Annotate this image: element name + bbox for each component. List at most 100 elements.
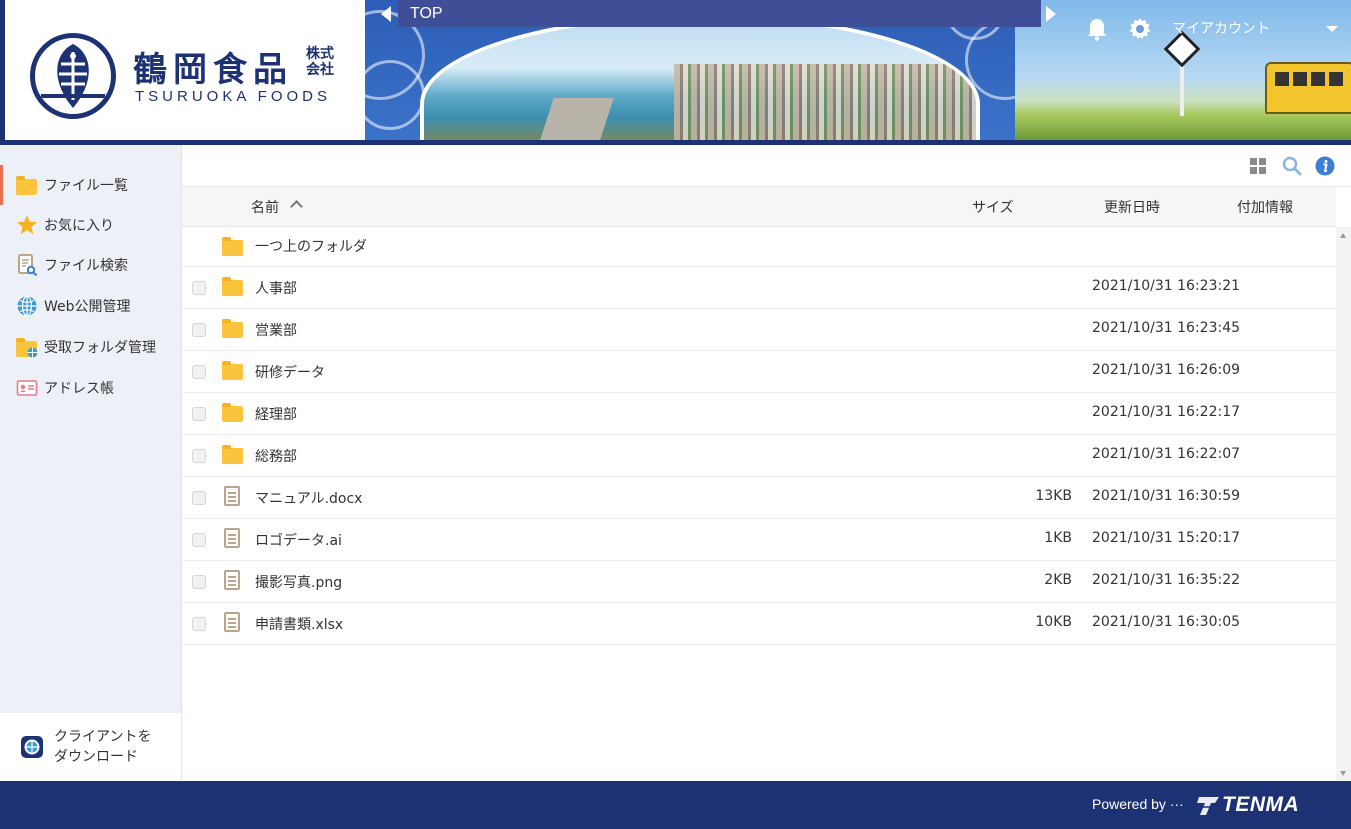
folder-icon: [222, 276, 244, 298]
grid-view-icon[interactable]: [1248, 156, 1268, 176]
file-name: 人事部: [255, 281, 297, 297]
file-size: 13KB: [1035, 488, 1072, 504]
download-client-button[interactable]: クライアントを ダウンロード: [0, 713, 181, 781]
bell-icon[interactable]: [1086, 17, 1108, 41]
file-updated: 2021/10/31 16:30:05: [1092, 614, 1241, 630]
search-icon[interactable]: [1282, 156, 1302, 176]
app-footer: Powered by ··· TENMA: [0, 781, 1351, 829]
file-table-header: 名前 サイズ 更新日時 付加情報: [182, 187, 1336, 227]
table-row[interactable]: ロゴデータ.ai 1KB 2021/10/31 15:20:17: [182, 519, 1336, 561]
column-header-updated[interactable]: 更新日時: [1104, 197, 1160, 217]
sidebar-item-file-list[interactable]: ファイル一覧: [0, 165, 181, 205]
table-row[interactable]: 総務部 2021/10/31 16:22:07: [182, 435, 1336, 477]
table-row[interactable]: 研修データ 2021/10/31 16:26:09: [182, 351, 1336, 393]
sort-ascending-icon[interactable]: [290, 200, 303, 213]
globe-icon: [17, 295, 37, 317]
sidebar-item-web-publish[interactable]: Web公開管理: [0, 286, 181, 326]
parent-folder-row[interactable]: 一つ上のフォルダ: [182, 227, 1336, 267]
tenma-brand: TENMA: [1222, 793, 1300, 816]
row-checkbox[interactable]: [192, 281, 206, 295]
app-header: 鶴岡食品 株式会社 TSURUOKA FOODS TOP マイアカウント: [0, 0, 1351, 145]
column-header-extra[interactable]: 付加情報: [1237, 197, 1293, 217]
sidebar-item-label: 受取フォルダ管理: [44, 340, 156, 356]
pier-illustration: [534, 98, 614, 140]
chevron-down-icon: [1326, 26, 1338, 32]
sidebar-item-address-book[interactable]: アドレス帳: [0, 368, 181, 408]
file-toolbar: [182, 145, 1351, 187]
breadcrumb[interactable]: TOP: [398, 0, 1041, 27]
my-account-label: マイアカウント: [1172, 21, 1270, 37]
folder-icon: [222, 236, 244, 258]
folder-icon: [222, 318, 244, 340]
file-name: 研修データ: [255, 365, 325, 381]
row-checkbox[interactable]: [192, 407, 206, 421]
row-checkbox[interactable]: [192, 323, 206, 337]
document-icon: [222, 486, 244, 508]
scroll-down-arrow-icon[interactable]: [1340, 771, 1346, 776]
sidebar-item-label: お気に入り: [44, 218, 114, 234]
table-row[interactable]: 撮影写真.png 2KB 2021/10/31 16:35:22: [182, 561, 1336, 603]
document-icon: [222, 612, 244, 634]
company-logo[interactable]: 鶴岡食品 株式会社 TSURUOKA FOODS: [5, 0, 365, 140]
row-checkbox[interactable]: [192, 617, 206, 631]
folder-globe-icon: [16, 336, 38, 358]
folder-icon: [222, 444, 244, 466]
vertical-scrollbar[interactable]: [1336, 227, 1351, 781]
gear-icon[interactable]: [1128, 17, 1152, 41]
row-checkbox[interactable]: [192, 533, 206, 547]
table-row[interactable]: 経理部 2021/10/31 16:22:17: [182, 393, 1336, 435]
file-name: 営業部: [255, 323, 297, 339]
document-icon: [222, 570, 244, 592]
file-name: 申請書類.xlsx: [255, 617, 344, 633]
table-row[interactable]: 人事部 2021/10/31 16:23:21: [182, 267, 1336, 309]
info-icon[interactable]: [1315, 156, 1335, 176]
path-next-arrow-icon[interactable]: [1046, 6, 1056, 22]
town-illustration: [674, 64, 976, 140]
file-name: マニュアル.docx: [255, 491, 363, 507]
star-icon: [17, 215, 37, 234]
file-updated: 2021/10/31 15:20:17: [1092, 530, 1241, 546]
fish-emblem-icon: [30, 33, 116, 119]
sidebar-item-favorites[interactable]: お気に入り: [0, 205, 181, 245]
sidebar-item-file-search[interactable]: ファイル検索: [0, 245, 181, 285]
table-row[interactable]: マニュアル.docx 13KB 2021/10/31 16:30:59: [182, 477, 1336, 519]
file-name: 経理部: [255, 407, 297, 423]
logo-suffix: 株式会社: [306, 46, 334, 78]
parent-folder-label: 一つ上のフォルダ: [255, 239, 367, 255]
harbor-photo: [420, 14, 980, 140]
file-updated: 2021/10/31 16:30:59: [1092, 488, 1241, 504]
row-checkbox[interactable]: [192, 575, 206, 589]
folder-icon: [16, 174, 38, 196]
file-updated: 2021/10/31 16:26:09: [1092, 362, 1241, 378]
row-checkbox[interactable]: [192, 365, 206, 379]
sidebar: ファイル一覧 お気に入り ファイル検索 Web公開管理 受取フォルダ管理 アドレ…: [0, 145, 182, 781]
row-checkbox[interactable]: [192, 449, 206, 463]
column-header-name[interactable]: 名前: [251, 197, 279, 217]
table-row[interactable]: 営業部 2021/10/31 16:23:45: [182, 309, 1336, 351]
file-size: 1KB: [1044, 530, 1072, 546]
path-prev-arrow-icon[interactable]: [381, 6, 391, 22]
column-header-size[interactable]: サイズ: [972, 197, 1014, 217]
folder-icon: [222, 360, 244, 382]
sidebar-item-label: Web公開管理: [44, 299, 131, 315]
sidebar-item-receive-folder[interactable]: 受取フォルダ管理: [0, 327, 181, 367]
scroll-up-arrow-icon[interactable]: [1340, 233, 1346, 238]
file-list: 一つ上のフォルダ 人事部 2021/10/31 16:23:21 営業部 202…: [182, 227, 1336, 781]
powered-by-label: Powered by ···: [1092, 796, 1184, 812]
file-size: 10KB: [1035, 614, 1072, 630]
file-updated: 2021/10/31 16:23:21: [1092, 278, 1241, 294]
my-account-menu[interactable]: マイアカウント: [1172, 18, 1342, 40]
file-updated: 2021/10/31 16:23:45: [1092, 320, 1241, 336]
table-row[interactable]: 申請書類.xlsx 10KB 2021/10/31 16:30:05: [182, 603, 1336, 645]
row-checkbox[interactable]: [192, 491, 206, 505]
download-label-line1: クライアントを: [54, 729, 152, 745]
download-label-line2: ダウンロード: [54, 749, 138, 765]
download-client-label: クライアントを ダウンロード: [54, 727, 164, 767]
logo-roman: TSURUOKA FOODS: [135, 88, 332, 105]
breadcrumb-current: TOP: [410, 4, 443, 22]
file-name: 総務部: [255, 449, 297, 465]
address-card-icon: [16, 380, 38, 396]
download-client-icon: [21, 736, 43, 758]
train-illustration: [1265, 62, 1351, 114]
sidebar-item-label: ファイル一覧: [44, 178, 128, 194]
